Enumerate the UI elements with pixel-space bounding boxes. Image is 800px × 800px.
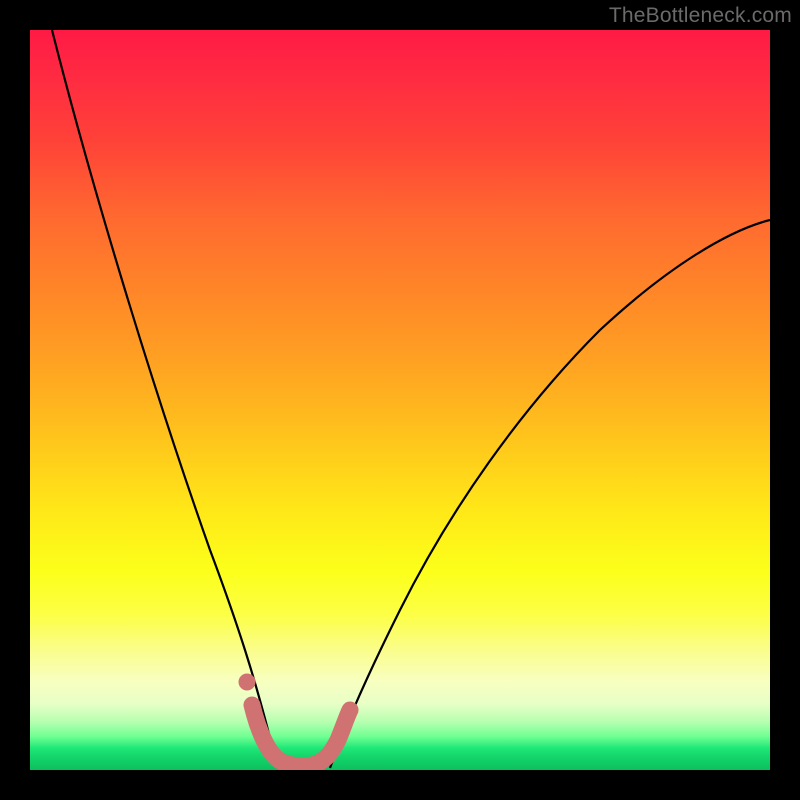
curves-svg: [30, 30, 770, 770]
salmon-marker-path: [252, 705, 350, 766]
watermark-text: TheBottleneck.com: [609, 4, 792, 28]
salmon-isolated-dot: [239, 674, 256, 691]
right-curve: [330, 220, 770, 768]
left-curve: [52, 30, 280, 768]
plot-area: [30, 30, 770, 770]
chart-frame: TheBottleneck.com: [0, 0, 800, 800]
